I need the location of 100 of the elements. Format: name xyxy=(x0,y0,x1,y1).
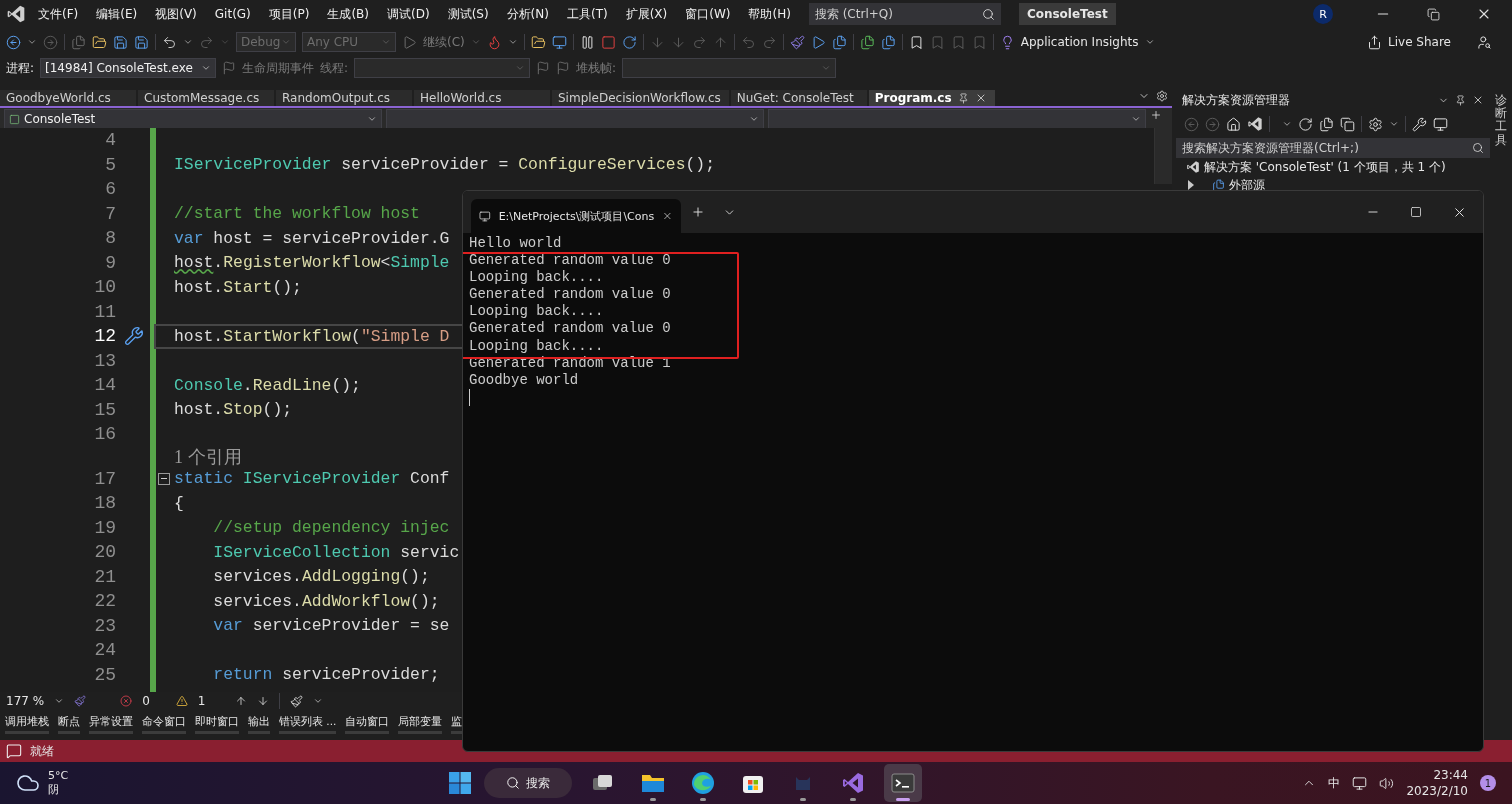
visual-studio-logo-icon[interactable] xyxy=(6,4,26,24)
flag-icon[interactable] xyxy=(536,61,551,75)
brush-icon[interactable] xyxy=(789,34,805,50)
home-icon[interactable] xyxy=(1226,116,1241,132)
properties-icon[interactable] xyxy=(1412,116,1427,132)
menu-item[interactable]: 文件(F) xyxy=(32,5,85,23)
volume-icon[interactable] xyxy=(1379,775,1395,791)
tool-window-tab[interactable]: 输出 xyxy=(248,712,270,734)
save-icon[interactable] xyxy=(113,34,128,50)
new-tab-icon[interactable] xyxy=(691,205,705,219)
live-share-button[interactable]: Live Share xyxy=(1388,35,1451,49)
zoom-level[interactable]: 177 % xyxy=(6,694,45,708)
play-icon[interactable] xyxy=(402,34,417,50)
previous-icon[interactable] xyxy=(235,695,248,707)
caret-icon[interactable] xyxy=(183,37,193,47)
caret-icon[interactable] xyxy=(54,696,65,706)
tool-window-tab[interactable]: 错误列表 ... xyxy=(279,712,337,734)
taskbar-search[interactable]: 搜索 xyxy=(484,768,573,798)
menu-item[interactable]: 项目(P) xyxy=(262,5,316,23)
tool-window-tab[interactable]: 局部变量 xyxy=(398,712,443,734)
search-field[interactable]: 搜索 (Ctrl+Q) xyxy=(808,3,1001,25)
warning-count[interactable]: 1 xyxy=(197,694,206,708)
input-method[interactable]: 中 xyxy=(1328,774,1341,792)
menu-item[interactable]: Git(G) xyxy=(208,7,257,21)
menu-item[interactable]: 视图(V) xyxy=(149,5,203,23)
error-count[interactable]: 0 xyxy=(142,694,150,708)
solution-search-field[interactable]: 搜索解决方案资源管理器(Ctrl+;) xyxy=(1176,138,1490,158)
pause-icon[interactable] xyxy=(579,34,595,50)
visual-studio-icon[interactable] xyxy=(841,771,866,795)
pin-icon[interactable] xyxy=(1455,94,1466,106)
new-item-icon[interactable] xyxy=(71,34,86,50)
notification-badge[interactable]: 1 xyxy=(1480,775,1496,791)
menu-item[interactable]: 测试(S) xyxy=(441,5,495,23)
menu-item[interactable]: 帮助(H) xyxy=(742,5,797,23)
menu-item[interactable]: 调试(D) xyxy=(381,5,436,23)
menu-item[interactable]: 分析(N) xyxy=(500,5,555,23)
tool-window-tab[interactable]: 自动窗口 xyxy=(345,712,390,734)
clock-time[interactable]: 23:44 xyxy=(1433,766,1468,783)
document-tab[interactable]: RandomOutput.cs xyxy=(276,90,412,106)
cleanup-icon[interactable] xyxy=(290,694,304,708)
tool-window-tab[interactable]: 调用堆栈 xyxy=(5,712,49,734)
account-avatar[interactable]: R xyxy=(1313,4,1333,24)
terminal-tab[interactable]: E:\NetProjects\测试项目\Cons xyxy=(471,199,681,233)
window-icon[interactable] xyxy=(551,34,567,50)
tool-window-tab[interactable]: 异常设置 xyxy=(89,712,133,734)
pin-icon[interactable] xyxy=(957,92,969,104)
sync-icon[interactable] xyxy=(1298,116,1313,132)
document-tab[interactable]: NuGet: ConsoleTest xyxy=(730,90,867,106)
close-icon[interactable] xyxy=(1472,94,1484,106)
caret-icon[interactable] xyxy=(1389,119,1399,129)
caret-icon[interactable] xyxy=(1144,37,1155,47)
pages-icon[interactable] xyxy=(831,34,847,50)
document-tab[interactable]: SimpleDecisionWorkflow.cs xyxy=(552,90,729,106)
tool-window-tab[interactable]: 断点 xyxy=(58,712,80,734)
network-icon[interactable] xyxy=(1352,775,1368,791)
maximize-icon[interactable] xyxy=(1410,206,1422,218)
flag-icon[interactable] xyxy=(556,61,571,75)
tool-window-tab[interactable]: 即时窗口 xyxy=(195,712,239,734)
back-icon[interactable] xyxy=(6,34,21,50)
restore-icon[interactable] xyxy=(1427,7,1440,21)
lifecycle-events-button[interactable]: 生命周期事件 xyxy=(242,59,315,77)
settings-icon[interactable] xyxy=(1156,90,1168,102)
menu-item[interactable]: 扩展(X) xyxy=(619,5,674,23)
document-tab[interactable]: HelloWorld.cs xyxy=(414,90,550,106)
tree-item[interactable]: 解决方案 'ConsoleTest' (1 个项目，共 1 个) xyxy=(1204,158,1446,176)
taskbar-app[interactable] xyxy=(884,764,923,802)
bookmark-icon[interactable] xyxy=(908,34,924,50)
continue-label[interactable]: 继续(C) xyxy=(423,33,465,51)
caret-icon[interactable] xyxy=(1282,119,1292,129)
document-tab[interactable]: Program.cs xyxy=(868,90,995,106)
menu-item[interactable]: 编辑(E) xyxy=(90,5,144,23)
solution-icon[interactable] xyxy=(1186,160,1200,174)
document-tab[interactable]: GoodbyeWorld.cs xyxy=(0,90,136,106)
undo-icon[interactable] xyxy=(162,34,177,50)
menu-item[interactable]: 工具(T) xyxy=(560,5,614,23)
copy-icon[interactable] xyxy=(1340,116,1355,132)
open-folder-icon[interactable] xyxy=(92,34,107,50)
share-icon[interactable] xyxy=(1367,34,1383,50)
tool-window-tab[interactable]: 命令窗口 xyxy=(142,712,186,734)
save-all-icon[interactable] xyxy=(134,34,149,50)
flame-icon[interactable] xyxy=(486,34,502,50)
reference-count[interactable]: 1 个引用 xyxy=(174,444,242,469)
document-tab[interactable]: CustomMessage.cs xyxy=(138,90,274,106)
restart-icon[interactable] xyxy=(621,34,637,50)
menu-item[interactable]: 窗口(W) xyxy=(679,5,737,23)
forward-icon[interactable] xyxy=(43,34,58,50)
caret-icon[interactable] xyxy=(27,37,37,47)
forward-icon[interactable] xyxy=(1205,116,1220,132)
tree-item[interactable]: 外部源 xyxy=(1229,176,1265,194)
windows-logo-icon[interactable] xyxy=(448,771,473,795)
caret-icon[interactable] xyxy=(507,37,518,47)
process-dropdown[interactable]: [14984] ConsoleTest.exe xyxy=(40,58,217,78)
next-icon[interactable] xyxy=(257,695,270,707)
caret-icon[interactable] xyxy=(313,696,324,706)
diagnostics-tab[interactable]: 诊断工具 xyxy=(1495,94,1507,147)
insights-button[interactable]: Application Insights xyxy=(1020,35,1139,49)
clock-date[interactable]: 2023/2/10 xyxy=(1406,783,1468,800)
menu-item[interactable]: 生成(B) xyxy=(321,5,375,23)
preview-icon[interactable] xyxy=(1433,116,1448,132)
collapse-icon[interactable] xyxy=(158,472,170,485)
